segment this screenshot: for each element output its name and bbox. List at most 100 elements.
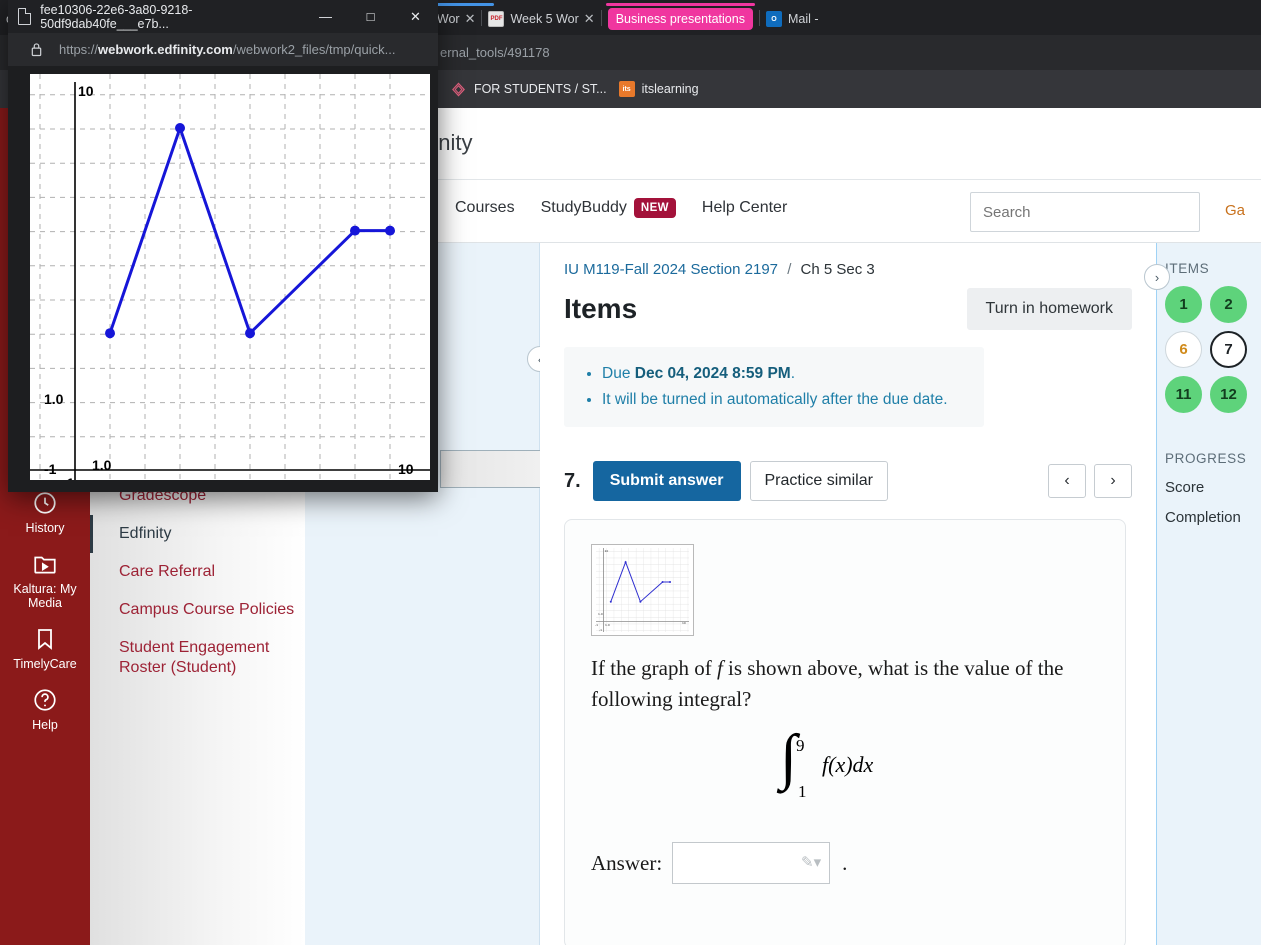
item-chip-11[interactable]: 11 (1165, 376, 1202, 413)
due-date-item: Due Dec 04, 2024 8:59 PM. (602, 361, 970, 387)
data-point (105, 328, 115, 339)
tab-label: Mail - (787, 12, 819, 26)
browser-tab[interactable]: Business presentations (602, 3, 759, 35)
url-domain: webwork.edfinity.com (98, 42, 233, 57)
items-grid: 1 2 6 7 11 12 (1165, 286, 1261, 413)
integral-sign: ∫ (780, 723, 797, 791)
document-icon (18, 8, 32, 25)
edfinity-nav-links: Courses StudyBuddy NEW Help Center (455, 198, 787, 218)
tab-accent-bar (605, 3, 755, 6)
rail-item-history[interactable]: History (0, 488, 90, 535)
x-axis-max-label: 10 (398, 461, 414, 477)
popup-title-text: fee10306-22e6-3a80-9218-50df9dab40fe___e… (40, 2, 193, 31)
bookmark-label: FOR STUDENTS / ST... (473, 82, 607, 96)
popup-title-bar[interactable]: fee10306-22e6-3a80-9218-50df9dab40fe___e… (8, 0, 438, 33)
answer-label: Answer: (591, 850, 663, 875)
svg-text:10: 10 (682, 621, 686, 625)
items-panel-heading: ITEMS (1165, 261, 1210, 276)
y-axis-min-label: -1 (62, 475, 75, 480)
svg-text:-1: -1 (595, 623, 598, 627)
edfinity-right-pane: › ITEMS 1 2 6 7 11 12 PROGRESS Score Com… (1144, 243, 1261, 945)
maximize-icon[interactable]: □ (348, 9, 393, 24)
its-icon: its (618, 81, 635, 97)
popup-address-bar[interactable]: https://webwork.edfinity.com/webwork2_fi… (8, 33, 438, 66)
svg-text:10: 10 (605, 549, 609, 553)
data-point (350, 225, 360, 236)
due-prefix: Due (602, 365, 635, 382)
integral-upper-limit: 9 (796, 736, 805, 755)
browser-tab[interactable]: O Mail - (760, 3, 825, 35)
user-menu[interactable]: Ga (1225, 202, 1245, 219)
browser-tab[interactable]: PDF Week 5 Wor ✕ (482, 3, 600, 35)
next-question-button[interactable]: › (1094, 464, 1132, 498)
edfinity-main: IU M119-Fall 2024 Section 2197 / Ch 5 Se… (540, 243, 1156, 945)
url-scheme: https:// (59, 42, 99, 57)
close-icon[interactable]: ✕ (465, 11, 476, 27)
nav-studybuddy[interactable]: StudyBuddy (541, 199, 627, 217)
close-icon[interactable]: ✕ (393, 9, 438, 25)
diamond-icon (451, 81, 467, 97)
rail-item-help[interactable]: Help (0, 685, 90, 732)
graph-svg: 10 1.0 -1 1.0 10 -1 (30, 74, 430, 480)
prev-question-button[interactable]: ‹ (1048, 464, 1086, 498)
item-chip-12[interactable]: 12 (1210, 376, 1247, 413)
breadcrumb-course-link[interactable]: IU M119-Fall 2024 Section 2197 (564, 261, 778, 278)
course-nav-student-engagement-roster[interactable]: Student Engagement Roster (Student) (90, 629, 305, 687)
media-folder-icon (30, 549, 60, 579)
minimize-icon[interactable]: — (303, 9, 348, 24)
question-number: 7. (564, 469, 581, 492)
y-axis-max-label: 10 (78, 83, 94, 99)
bookmark-item[interactable]: FOR STUDENTS / ST... (451, 81, 607, 97)
course-nav-edfinity[interactable]: Edfinity (90, 515, 305, 553)
answer-period: . (842, 850, 848, 875)
rail-label: History (25, 521, 65, 535)
new-badge: NEW (633, 198, 676, 218)
nav-courses[interactable]: Courses (455, 199, 515, 217)
item-chip-1[interactable]: 1 (1165, 286, 1202, 323)
bookmark-item[interactable]: its itslearning (618, 81, 699, 97)
bookmark-label: itslearning (641, 82, 699, 96)
question-action-row: 7. Submit answer Practice similar ‹ › (564, 461, 1132, 501)
item-chip-6[interactable]: 6 (1165, 331, 1202, 368)
practice-similar-button[interactable]: Practice similar (749, 461, 888, 501)
turn-in-homework-button[interactable]: Turn in homework (966, 288, 1132, 330)
url-path: /webwork2_files/tmp/quick... (232, 42, 396, 57)
svg-text:1.0: 1.0 (605, 623, 610, 627)
course-nav-care-referral[interactable]: Care Referral (90, 553, 305, 591)
integral-expression: 9 ∫ 1 f(x)dx (591, 726, 1099, 809)
x-axis-min-label: -1 (44, 461, 57, 477)
due-date: Dec 04, 2024 8:59 PM (634, 365, 791, 382)
breadcrumb-separator: / (787, 261, 792, 278)
close-icon[interactable]: ✕ (584, 11, 595, 27)
y-axis-one-label: 1.0 (44, 391, 64, 407)
nav-help-center[interactable]: Help Center (702, 199, 787, 217)
item-chip-7[interactable]: 7 (1210, 331, 1247, 368)
edfinity-brand-bar: dfinity (305, 108, 1261, 180)
question-pager: ‹ › (1048, 464, 1132, 498)
item-chip-2[interactable]: 2 (1210, 286, 1247, 323)
page-title: Items (564, 293, 638, 324)
pdf-icon: PDF (488, 11, 505, 27)
rail-item-kaltura[interactable]: Kaltura: My Media (0, 549, 90, 610)
course-nav-campus-course-policies[interactable]: Campus Course Policies (90, 591, 305, 629)
address-text: ernal_tools/491178 (440, 45, 550, 60)
due-note-item: It will be turned in automatically after… (602, 387, 970, 413)
submit-answer-button[interactable]: Submit answer (592, 461, 741, 501)
collapse-right-button[interactable]: › (1144, 264, 1170, 290)
data-point (245, 328, 255, 339)
data-point (385, 225, 395, 236)
svg-text:-1: -1 (599, 628, 602, 632)
tab-label: Business presentations (607, 8, 753, 30)
bookmark-icon (30, 624, 60, 654)
pencil-icon[interactable]: ✎▾ (801, 853, 821, 872)
rail-label: Help (32, 718, 58, 732)
graph-thumbnail[interactable]: 10 1.0 1.0 -1 10 -1 (591, 544, 694, 636)
rail-item-timelycare[interactable]: TimelyCare (0, 624, 90, 671)
graph-canvas: 10 1.0 -1 1.0 10 -1 (30, 74, 430, 480)
search-input[interactable] (970, 192, 1200, 232)
question-card: 10 1.0 1.0 -1 10 -1 If the graph of f is… (564, 519, 1126, 945)
answer-input[interactable]: ✎▾ (672, 842, 831, 884)
edfinity-app: dfinity Courses StudyBuddy NEW Help Cent… (305, 108, 1261, 945)
integrand: f(x)dx (822, 752, 874, 777)
answer-row: Answer: ✎▾ . (591, 842, 1099, 884)
